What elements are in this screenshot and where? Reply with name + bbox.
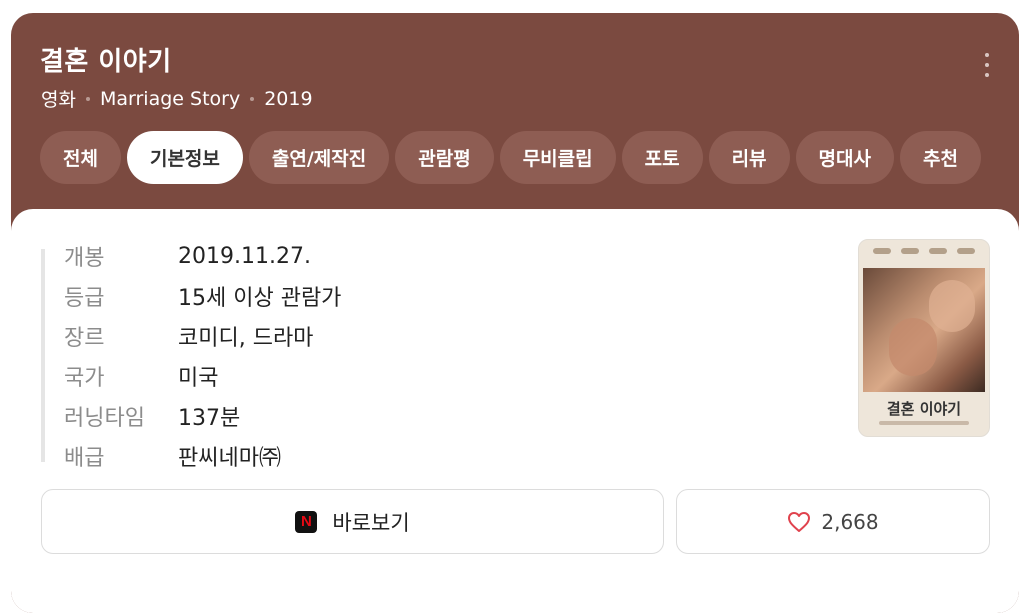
more-options-icon[interactable] — [979, 53, 995, 77]
poster-figure — [889, 318, 937, 376]
info-value: 코미디, 드라마 — [178, 326, 314, 351]
tab-movie-clips[interactable]: 무비클립 — [499, 131, 616, 184]
info-key: 러닝타임 — [64, 406, 145, 431]
award-laurels — [873, 248, 975, 256]
tab-cast-crew[interactable]: 출연/제작진 — [248, 131, 390, 184]
info-row-release: 개봉 2019.11.27. — [64, 241, 311, 272]
info-row-runtime: 러닝타임 137분 — [64, 401, 240, 431]
info-row-distributor: 배급 판씨네마㈜ — [64, 441, 281, 471]
tab-recommend[interactable]: 추천 — [900, 131, 981, 184]
info-value: 미국 — [178, 366, 219, 391]
page-title: 결혼 이야기 — [40, 47, 172, 77]
info-key: 국가 — [64, 366, 105, 391]
original-title: Marriage Story — [99, 87, 241, 110]
like-count: 2,668 — [821, 509, 879, 534]
movie-poster[interactable]: 결혼 이야기 — [858, 239, 990, 437]
info-divider — [41, 249, 45, 462]
watch-now-button[interactable]: N 바로보기 — [41, 489, 664, 554]
info-key: 장르 — [64, 326, 105, 351]
watch-now-label: 바로보기 — [332, 510, 410, 535]
basic-info-panel: 개봉 2019.11.27. 등급 15세 이상 관람가 장르 코미디, 드라마… — [11, 209, 1019, 613]
heart-icon — [788, 511, 811, 532]
subtitle: 영화 Marriage Story 2019 — [41, 85, 313, 112]
tab-all[interactable]: 전체 — [40, 131, 121, 184]
info-value: 15세 이상 관람가 — [178, 286, 342, 311]
netflix-icon: N — [295, 510, 318, 533]
tab-quotes[interactable]: 명대사 — [795, 131, 894, 184]
separator-dot — [250, 96, 255, 101]
info-key: 배급 — [64, 446, 105, 471]
info-row-country: 국가 미국 — [64, 361, 218, 391]
like-button[interactable]: 2,668 — [676, 489, 990, 554]
tab-basic-info[interactable]: 기본정보 — [126, 131, 243, 184]
info-value: 판씨네마㈜ — [178, 446, 281, 471]
info-value: 2019.11.27. — [178, 243, 311, 269]
tab-photos[interactable]: 포토 — [621, 131, 703, 184]
movie-card: 결혼 이야기 영화 Marriage Story 2019 전체 기본정보 출연… — [11, 13, 1019, 613]
info-row-genre: 장르 코미디, 드라마 — [64, 321, 313, 351]
info-row-rating: 등급 15세 이상 관람가 — [64, 281, 341, 311]
tab-ratings[interactable]: 관람평 — [395, 131, 494, 184]
poster-title: 결혼 이야기 — [886, 400, 962, 418]
separator-dot — [85, 96, 90, 101]
release-year: 2019 — [264, 87, 313, 110]
category-label: 영화 — [41, 89, 76, 111]
info-value: 137분 — [178, 406, 241, 431]
info-key: 개봉 — [64, 246, 105, 271]
poster-credits — [879, 421, 969, 425]
tab-reviews[interactable]: 리뷰 — [708, 131, 790, 184]
poster-figure — [929, 280, 975, 332]
tab-bar: 전체 기본정보 출연/제작진 관람평 무비클립 포토 리뷰 명대사 추천 — [40, 131, 981, 184]
info-key: 등급 — [64, 286, 105, 311]
